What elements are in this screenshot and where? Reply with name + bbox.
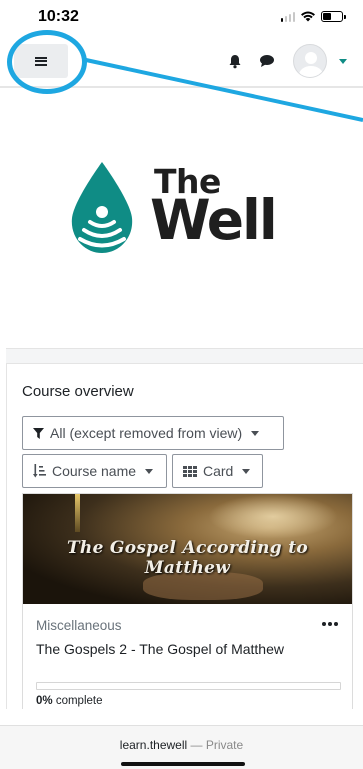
filter-icon xyxy=(33,427,44,439)
logo-text-well: Well xyxy=(150,188,278,252)
bell-icon xyxy=(229,54,241,68)
caret-down-icon xyxy=(251,430,260,436)
navbar-user-area xyxy=(223,44,347,78)
course-name-link[interactable]: The Gospels 2 - The Gospel of Matthew xyxy=(36,641,284,657)
browser-mode: Private xyxy=(205,738,244,752)
course-card[interactable]: The Gospel According to Matthew Miscella… xyxy=(22,493,353,709)
course-image-title: The Gospel According to Matthew xyxy=(66,538,309,578)
grouping-filter-dropdown[interactable]: All (except removed from view) xyxy=(22,416,284,450)
course-category: Miscellaneous xyxy=(36,618,122,633)
caret-down-icon xyxy=(145,468,154,474)
more-options-icon[interactable] xyxy=(322,622,338,626)
messages-button[interactable] xyxy=(255,49,279,73)
site-logo[interactable]: The Well xyxy=(68,160,298,255)
browser-separator: — xyxy=(187,738,206,752)
course-overview-title: Course overview xyxy=(22,383,134,400)
battery-icon xyxy=(321,10,346,22)
course-progress-value: 0% xyxy=(36,695,53,707)
notifications-button[interactable] xyxy=(223,49,247,73)
sort-dropdown[interactable]: Course name xyxy=(22,454,167,488)
caret-down-icon xyxy=(242,468,251,474)
grid-icon xyxy=(183,465,197,477)
browser-address-bar[interactable]: learn.thewell — Private xyxy=(0,725,363,769)
hamburger-icon xyxy=(35,56,47,66)
wifi-icon xyxy=(301,11,315,22)
chat-bubble-icon xyxy=(260,55,274,67)
status-bar: 10:32 xyxy=(0,0,363,34)
user-avatar-icon[interactable] xyxy=(293,44,327,78)
view-mode-label: Card xyxy=(203,463,234,479)
section-divider xyxy=(6,348,363,364)
water-drop-icon xyxy=(71,162,133,253)
browser-url-display[interactable]: learn.thewell — Private xyxy=(0,738,363,752)
cellular-signal-icon xyxy=(280,11,295,22)
view-mode-dropdown[interactable]: Card xyxy=(172,454,263,488)
course-overview-block: Course overview All (except removed from… xyxy=(6,364,363,709)
caret-down-icon[interactable] xyxy=(339,58,347,64)
status-icons xyxy=(280,10,346,22)
course-progress-text: 0% complete xyxy=(36,695,102,707)
status-time: 10:32 xyxy=(38,8,79,25)
course-image[interactable]: The Gospel According to Matthew xyxy=(23,494,352,604)
sort-label: Course name xyxy=(52,463,137,479)
grouping-filter-label: All (except removed from view) xyxy=(50,425,243,441)
sort-icon xyxy=(33,464,46,478)
home-indicator[interactable] xyxy=(121,762,245,766)
course-progress-bar xyxy=(36,682,341,690)
course-progress-suffix: complete xyxy=(52,695,103,707)
nav-drawer-button[interactable] xyxy=(14,44,68,78)
top-navbar xyxy=(0,34,363,88)
browser-url: learn.thewell xyxy=(119,738,188,752)
